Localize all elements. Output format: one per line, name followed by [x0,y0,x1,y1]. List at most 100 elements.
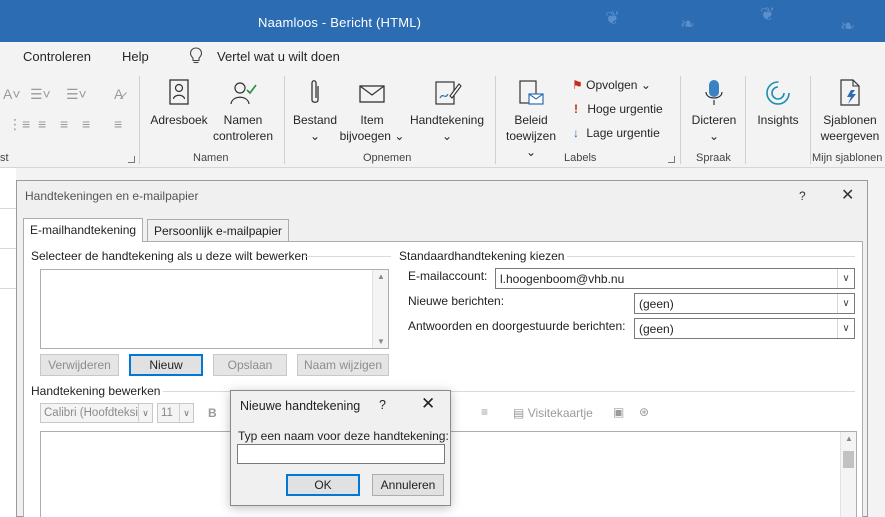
tab-email-signature-label: E-mailhandtekening [30,223,137,237]
insights-icon [766,81,790,105]
menu-controleren[interactable]: Controleren [23,49,91,64]
attach-item-button[interactable]: Item bijvoegen ⌄ [337,78,407,144]
decorative-leaf-icon: ❧ [680,14,696,34]
chevron-down-icon[interactable]: ∨ [138,404,152,422]
ribbon-separator [139,76,140,164]
view-templates-label-2: weergeven [820,129,880,143]
dictate-button[interactable]: Dicteren ⌄ [687,78,741,144]
edit-signature-heading: Handtekening bewerken [31,384,161,398]
check-names-label-1: Namen [223,113,263,127]
email-account-select[interactable]: l.hoogenboom@vhb.nu ∨ [495,268,855,289]
email-account-value: l.hoogenboom@vhb.nu [500,272,625,286]
signature-label: Handtekening [409,113,485,127]
rename-button[interactable]: Naam wijzigen [297,354,389,376]
new-messages-value: (geen) [639,297,674,311]
check-names-icon [230,82,257,105]
new-signature-dialog: Nieuwe handtekening ? ✕ Typ een naam voo… [230,390,451,506]
signature-list-scrollbar[interactable]: ▲ ▼ [372,270,388,348]
chevron-down-icon[interactable]: ∨ [179,404,193,422]
editor-scrollbar[interactable]: ▲ [840,432,856,517]
scroll-down-icon[interactable]: ▼ [377,337,385,346]
align-left-icon[interactable]: ≡ [38,116,46,132]
dialog-help-button[interactable]: ? [799,189,806,203]
dialog-launcher-icon[interactable] [668,156,675,163]
delete-button[interactable]: Verwijderen [40,354,119,376]
signature-name-input[interactable] [237,444,445,464]
signature-list[interactable]: ▲ ▼ [40,269,389,349]
attach-file-button[interactable]: Bestand ⌄ [289,78,341,144]
signature-button[interactable]: Handtekening ⌄ [405,78,489,144]
chevron-down-icon[interactable]: ∨ [837,269,854,288]
new-messages-select[interactable]: (geen) ∨ [634,293,855,314]
paperclip-icon [311,80,319,103]
insert-picture-icon[interactable]: ▣ [613,405,624,419]
group-label-names: Namen [193,152,229,164]
chevron-down-icon[interactable]: ∨ [837,319,854,338]
business-card-button[interactable]: ▤ Visitekaartje [513,406,593,420]
dictate-label: Dicteren [691,113,737,127]
tab-personal-stationery[interactable]: Persoonlijk e-mailpapier [147,219,290,241]
replies-value: (geen) [639,322,674,336]
decorative-leaf-icon: ❦ [605,8,621,28]
assign-policy-button[interactable]: Beleid toewijzen ⌄ [500,78,562,160]
chevron-down-icon[interactable]: ∨ [837,294,854,313]
high-importance-button[interactable]: ! Hoge urgentie [574,102,663,116]
dialog-launcher-icon[interactable] [128,156,135,163]
cancel-button[interactable]: Annuleren [372,474,444,496]
scroll-up-icon[interactable]: ▲ [377,272,385,281]
ok-button[interactable]: OK [286,474,360,496]
save-button[interactable]: Opslaan [213,354,287,376]
attach-item-label: Item [360,113,384,127]
signature-icon [435,81,462,105]
replies-select[interactable]: (geen) ∨ [634,318,855,339]
insights-button[interactable]: Insights [752,78,804,128]
decorative-leaf-icon: ❧ [840,16,856,36]
font-select[interactable]: Calibri (Hoofdteksi ∨ [40,403,153,423]
low-importance-button[interactable]: ↓ Lage urgentie [573,126,660,140]
bullets-icon[interactable]: ☰˅ [30,86,51,103]
attach-file-dropdown: ⌄ [309,129,321,143]
view-templates-button[interactable]: Sjablonen weergeven [816,78,884,144]
group-label-include: Opnemen [363,152,412,164]
tab-email-signature[interactable]: E-mailhandtekening [23,218,144,242]
low-importance-label: Lage urgentie [586,126,660,140]
dialog-close-button[interactable]: ✕ [841,185,854,205]
down-arrow-icon: ↓ [573,126,579,140]
email-account-label: E-mailaccount: [408,269,488,283]
hyperlink-icon[interactable]: ⊛ [639,405,649,419]
indent-icon[interactable]: ⋮≡ [8,116,30,133]
scroll-thumb[interactable] [843,451,854,468]
templates-icon [840,79,860,106]
new-signature-title: Nieuwe handtekening [240,399,361,413]
align-right-icon[interactable]: ≡ [481,405,488,419]
ribbon-separator [284,76,285,164]
bold-button[interactable]: B [208,406,217,420]
tell-me-search[interactable]: Vertel wat u wilt doen [217,49,340,64]
font-size-select[interactable]: 11 ∨ [157,403,194,423]
scroll-up-icon[interactable]: ▲ [845,434,853,443]
address-book-icon [169,79,189,105]
follow-up-label: Opvolgen ⌄ [586,78,651,92]
follow-up-button[interactable]: ⚑ Opvolgen ⌄ [572,78,651,92]
align-center-icon[interactable]: ≡ [60,116,68,132]
envelope-icon [359,85,385,103]
new-signature-help-button[interactable]: ? [379,398,386,412]
group-label-tags: Labels [564,152,597,164]
align-right-icon[interactable]: ≡ [82,116,90,132]
lightbulb-icon [189,47,203,64]
new-signature-close-button[interactable]: ✕ [421,394,435,414]
ribbon-separator [495,76,496,164]
ribbon: A˅ ☰˅ ☰˅ A̷ ⋮≡ ≡ ≡ ≡ ≡ st Adresboek Name… [0,72,885,168]
justify-icon[interactable]: ≡ [114,116,122,132]
font-value: Calibri (Hoofdteksi [44,407,138,419]
numbering-icon[interactable]: ☰˅ [66,86,87,103]
menu-help[interactable]: Help [122,49,149,64]
check-names-button[interactable]: Namen controleren [207,78,279,144]
styles-icon[interactable]: A̷ [114,86,123,102]
default-signature-heading: Standaardhandtekening kiezen [399,249,565,263]
new-button[interactable]: Nieuw [129,354,203,376]
insights-label: Insights [757,113,799,127]
font-size-icon[interactable]: A˅ [3,86,21,102]
address-book-button[interactable]: Adresboek [146,78,212,128]
menu-bar: Controleren Help Vertel wat u wilt doen [0,42,885,72]
